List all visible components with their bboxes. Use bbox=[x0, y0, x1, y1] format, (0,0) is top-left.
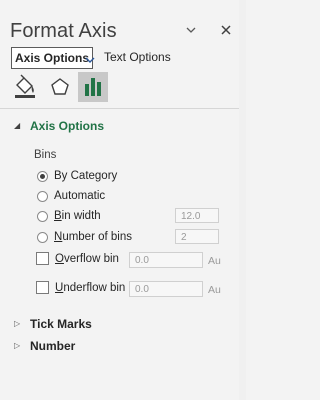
close-icon[interactable] bbox=[218, 22, 234, 38]
radio-number-of-bins[interactable]: Number of bins bbox=[37, 230, 132, 246]
bins-label: Bins bbox=[34, 149, 57, 161]
radio-button[interactable] bbox=[37, 170, 48, 182]
radio-by-category[interactable]: By Category bbox=[37, 169, 117, 185]
pane-title: Format Axis bbox=[10, 20, 117, 42]
section-number[interactable]: ▷ Number bbox=[14, 338, 75, 354]
overflow-bin-label: Overflow bin bbox=[55, 253, 119, 265]
tab-axis-options[interactable]: Axis Options bbox=[11, 47, 94, 69]
radio-label: Automatic bbox=[54, 190, 106, 202]
scrollbar-track[interactable] bbox=[239, 0, 246, 400]
pin-dropdown-icon[interactable] bbox=[183, 22, 199, 38]
overflow-unit: Au bbox=[208, 255, 221, 267]
underflow-unit: Au bbox=[208, 284, 221, 296]
section-axis-options[interactable]: ◢ Axis Options bbox=[14, 118, 104, 134]
overflow-bin-checkbox[interactable] bbox=[36, 252, 49, 266]
axis-options-bars-icon[interactable] bbox=[78, 72, 108, 102]
underflow-bin-checkbox-row[interactable]: Underflow bin bbox=[36, 281, 125, 297]
triangle-expanded-icon: ◢ bbox=[14, 121, 21, 130]
radio-button[interactable] bbox=[37, 231, 48, 243]
underflow-bin-input[interactable]: 0.0 bbox=[129, 281, 203, 297]
divider bbox=[0, 108, 246, 109]
section-title: Number bbox=[30, 339, 76, 353]
triangle-collapsed-icon: ▷ bbox=[14, 341, 21, 350]
underflow-bin-checkbox[interactable] bbox=[36, 281, 49, 295]
triangle-collapsed-icon: ▷ bbox=[14, 319, 21, 328]
section-title: Tick Marks bbox=[30, 317, 92, 331]
tab-text-options[interactable]: Text Options bbox=[104, 47, 171, 67]
bin-width-input[interactable]: 12.0 bbox=[175, 208, 219, 223]
radio-button[interactable] bbox=[37, 210, 48, 222]
underflow-bin-label: Underflow bin bbox=[55, 282, 126, 294]
fill-line-icon[interactable] bbox=[11, 73, 39, 101]
radio-label: By Category bbox=[54, 170, 118, 182]
chevron-down-icon[interactable] bbox=[84, 52, 96, 63]
radio-label: Number of bins bbox=[54, 231, 132, 243]
overflow-bin-input[interactable]: 0.0 bbox=[129, 252, 203, 268]
section-tick-marks[interactable]: ▷ Tick Marks bbox=[14, 316, 92, 332]
effects-pentagon-icon[interactable] bbox=[46, 73, 74, 101]
overflow-bin-checkbox-row[interactable]: Overflow bin bbox=[36, 252, 119, 268]
number-of-bins-input[interactable]: 2 bbox=[175, 229, 219, 244]
section-title: Axis Options bbox=[30, 119, 105, 133]
radio-button[interactable] bbox=[37, 190, 48, 202]
radio-label: Bin width bbox=[54, 210, 101, 222]
format-axis-pane: Format Axis Axis Options Text Options ◢ A… bbox=[0, 0, 246, 400]
radio-bin-width[interactable]: Bin width bbox=[37, 209, 101, 225]
radio-automatic[interactable]: Automatic bbox=[37, 189, 105, 205]
